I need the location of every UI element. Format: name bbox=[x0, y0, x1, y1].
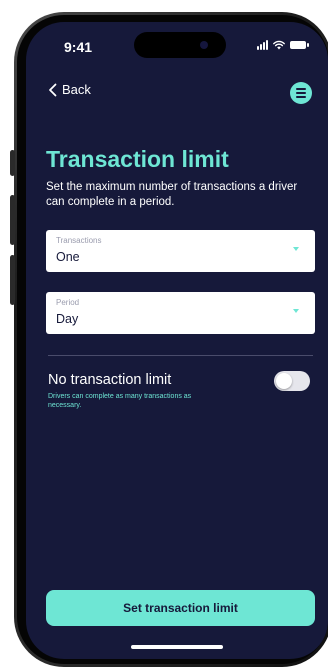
chevron-down-icon bbox=[293, 247, 299, 251]
mute-switch bbox=[10, 150, 15, 176]
transactions-value: One bbox=[56, 250, 80, 264]
divider bbox=[48, 355, 313, 356]
menu-button[interactable] bbox=[290, 82, 312, 104]
menu-icon bbox=[296, 88, 306, 90]
dynamic-island bbox=[134, 32, 226, 58]
period-value: Day bbox=[56, 312, 79, 326]
volume-up-button bbox=[10, 195, 15, 245]
transactions-select[interactable]: Transactions One bbox=[46, 230, 315, 272]
home-indicator bbox=[131, 645, 223, 649]
wifi-icon bbox=[273, 40, 285, 50]
period-label: Period bbox=[56, 298, 80, 307]
page-subtitle: Set the maximum number of transactions a… bbox=[46, 181, 298, 208]
period-select[interactable]: Period Day bbox=[46, 292, 315, 334]
back-label: Back bbox=[62, 82, 91, 97]
volume-down-button bbox=[10, 255, 15, 305]
camera-dot bbox=[200, 41, 208, 49]
signal-icon bbox=[257, 40, 268, 50]
set-limit-button[interactable]: Set transaction limit bbox=[46, 590, 315, 626]
back-button[interactable]: Back bbox=[48, 82, 91, 97]
no-limit-title: No transaction limit bbox=[48, 372, 172, 388]
status-icons bbox=[257, 40, 309, 50]
no-limit-description: Drivers can complete as many transaction… bbox=[48, 393, 192, 409]
status-time: 9:41 bbox=[64, 39, 93, 55]
transactions-label: Transactions bbox=[56, 236, 102, 245]
app-screen: 9:41 Back Transaction limit Set the maxi… bbox=[26, 22, 328, 659]
chevron-down-icon bbox=[293, 309, 299, 313]
no-limit-toggle[interactable] bbox=[274, 371, 310, 391]
chevron-left-icon bbox=[49, 83, 57, 96]
status-bar: 9:41 bbox=[26, 32, 328, 60]
toggle-knob bbox=[276, 373, 292, 389]
page-title: Transaction limit bbox=[46, 146, 229, 172]
battery-icon bbox=[290, 41, 309, 49]
